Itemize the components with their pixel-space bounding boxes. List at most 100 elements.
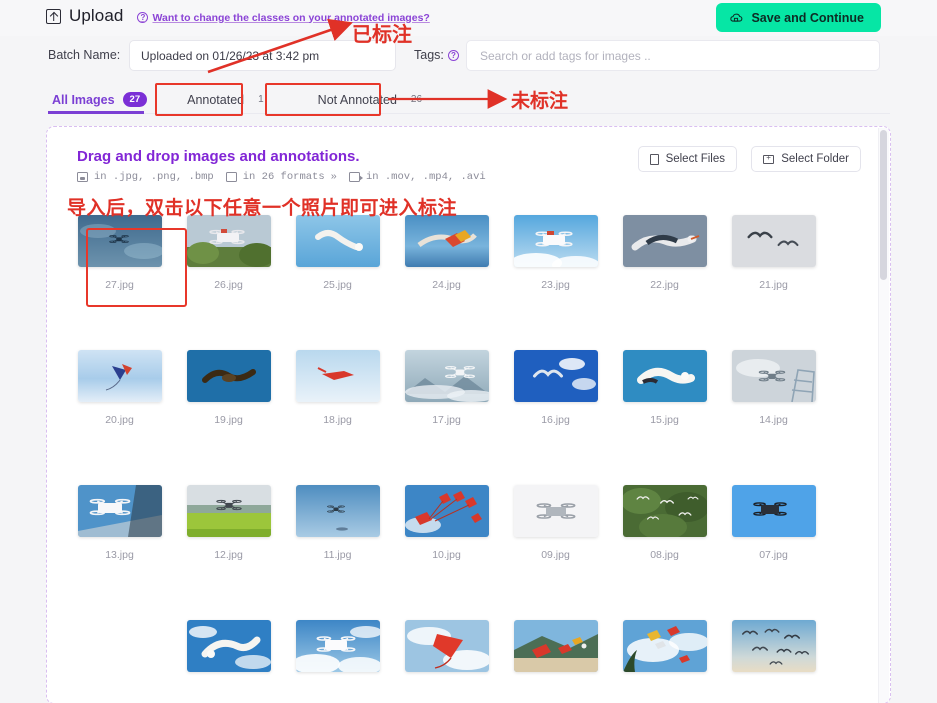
thumbnail-filename: 26.jpg [214,279,243,291]
formats-chevron: » [330,171,337,183]
active-tab-underline [48,111,144,114]
thumbnail-cell[interactable]: 25.jpg [283,215,392,350]
tags-input[interactable] [466,40,880,71]
thumbnail-cell[interactable]: 24.jpg [392,215,501,350]
thumbnail-filename: 13.jpg [105,549,134,561]
thumbnail-cell[interactable]: 27.jpg [65,215,174,350]
thumbnail-image[interactable] [77,350,162,402]
thumbnail-cell[interactable]: 21.jpg [719,215,828,350]
thumbnail-cell[interactable]: 23.jpg [501,215,610,350]
tab-annotated-count: 1 [258,94,264,105]
select-folder-button[interactable]: Select Folder [751,146,861,172]
thumbnail-filename: 07.jpg [759,549,788,561]
tab-all-images-label: All Images [52,92,115,107]
thumbnail-image[interactable] [295,350,380,402]
thumbnail-cell[interactable]: 13.jpg [65,485,174,620]
thumbnail-image[interactable] [404,485,489,537]
batch-name-input[interactable] [129,40,396,71]
thumbnail-cell[interactable]: 07.jpg [719,485,828,620]
thumbnail-image[interactable] [186,485,271,537]
folder-plus-icon [763,153,775,164]
thumbnail-image[interactable] [731,215,816,267]
thumbnail-image[interactable] [404,215,489,267]
thumbnail-image[interactable] [513,620,598,672]
thumbnail-image[interactable] [295,215,380,267]
formats-images-text: in .jpg, .png, .bmp [94,171,214,183]
thumbnail-cell[interactable]: 14.jpg [719,350,828,485]
change-classes-hint-text: Want to change the classes on your annot… [152,11,430,24]
tabs-divider [48,113,890,114]
thumbnail-cell[interactable] [610,620,719,703]
thumbnail-image[interactable] [513,215,598,267]
thumbnail-image[interactable] [513,485,598,537]
thumbnail-cell[interactable]: 09.jpg [501,485,610,620]
upload-dropzone-card[interactable]: Drag and drop images and annotations. in… [46,126,891,703]
thumbnail-image[interactable] [404,350,489,402]
thumbnail-cell[interactable]: 22.jpg [610,215,719,350]
select-files-button[interactable]: Select Files [637,146,737,172]
question-circle-icon[interactable]: ? [447,49,459,61]
dropzone-formats: in .jpg, .png, .bmp in 26 formats » in .… [77,171,486,183]
thumbnail-image[interactable] [186,215,271,267]
thumbnail-filename: 09.jpg [541,549,570,561]
tags-label-group: Tags: ? [414,48,459,62]
thumbnail-image[interactable] [186,620,271,672]
thumbnail-filename: 10.jpg [432,549,461,561]
tab-all-images-count: 27 [122,92,148,107]
thumbnail-cell[interactable]: 18.jpg [283,350,392,485]
thumbnail-filename: 21.jpg [759,279,788,291]
thumbnail-cell[interactable]: 26.jpg [174,215,283,350]
thumbnail-image[interactable] [731,620,816,672]
thumbnail-image[interactable] [731,485,816,537]
grid-scrollbar-thumb[interactable] [880,130,887,280]
thumbnail-image[interactable] [77,485,162,537]
thumbnail-filename: 23.jpg [541,279,570,291]
thumbnail-cell[interactable]: 10.jpg [392,485,501,620]
thumbnail-cell[interactable] [392,620,501,703]
thumbnail-cell[interactable]: 19.jpg [174,350,283,485]
batch-name-label: Batch Name: [48,48,121,62]
thumbnail-image[interactable] [513,350,598,402]
dropzone-title: Drag and drop images and annotations. [77,148,360,165]
thumbnail-cell-empty [65,620,174,703]
annotation-box-icon [225,172,237,182]
thumbnail-image[interactable] [295,620,380,672]
page-header: Upload ? Want to change the classes on y… [0,0,937,36]
file-icon [649,153,659,165]
thumbnail-cell[interactable]: 15.jpg [610,350,719,485]
video-camera-icon [348,172,363,182]
thumbnail-filename: 17.jpg [432,414,461,426]
thumbnail-row: 20.jpg 19.jpg 18.jpg 17.jpg 16.jpg 15.jpg 14… [65,350,876,485]
thumbnail-image[interactable] [622,620,707,672]
image-icon [77,172,88,182]
thumbnail-cell[interactable]: 17.jpg [392,350,501,485]
thumbnail-cell[interactable]: 16.jpg [501,350,610,485]
thumbnail-image[interactable] [295,485,380,537]
thumbnail-filename: 16.jpg [541,414,570,426]
thumbnail-cell[interactable]: 11.jpg [283,485,392,620]
thumbnail-image[interactable] [622,215,707,267]
select-files-label: Select Files [665,153,725,165]
thumbnail-filename: 15.jpg [650,414,679,426]
thumbnail-image[interactable] [404,620,489,672]
thumbnail-cell[interactable] [283,620,392,703]
thumbnail-image[interactable] [731,350,816,402]
question-circle-icon: ? [137,12,149,23]
thumbnail-image[interactable] [77,215,162,267]
thumbnail-cell[interactable] [719,620,828,703]
header-left-group: Upload ? Want to change the classes on y… [46,6,430,26]
image-filter-tabs: All Images 27 Annotated 1 Not Annotated … [48,84,890,116]
thumbnail-image[interactable] [622,350,707,402]
thumbnail-image[interactable] [186,350,271,402]
grid-scrollbar[interactable] [878,128,889,703]
thumbnail-cell[interactable]: 08.jpg [610,485,719,620]
change-classes-hint-link[interactable]: ? Want to change the classes on your ann… [137,11,430,24]
thumbnail-cell[interactable]: 12.jpg [174,485,283,620]
thumbnail-cell[interactable]: 20.jpg [65,350,174,485]
save-and-continue-button[interactable]: Save and Continue [716,3,881,32]
image-thumbnail-grid: 27.jpg 26.jpg 25.jpg 24.jpg 23.jpg 22.jpg 21… [47,215,890,703]
thumbnail-image[interactable] [622,485,707,537]
save-cloud-icon [730,13,743,22]
thumbnail-cell[interactable] [174,620,283,703]
thumbnail-cell[interactable] [501,620,610,703]
